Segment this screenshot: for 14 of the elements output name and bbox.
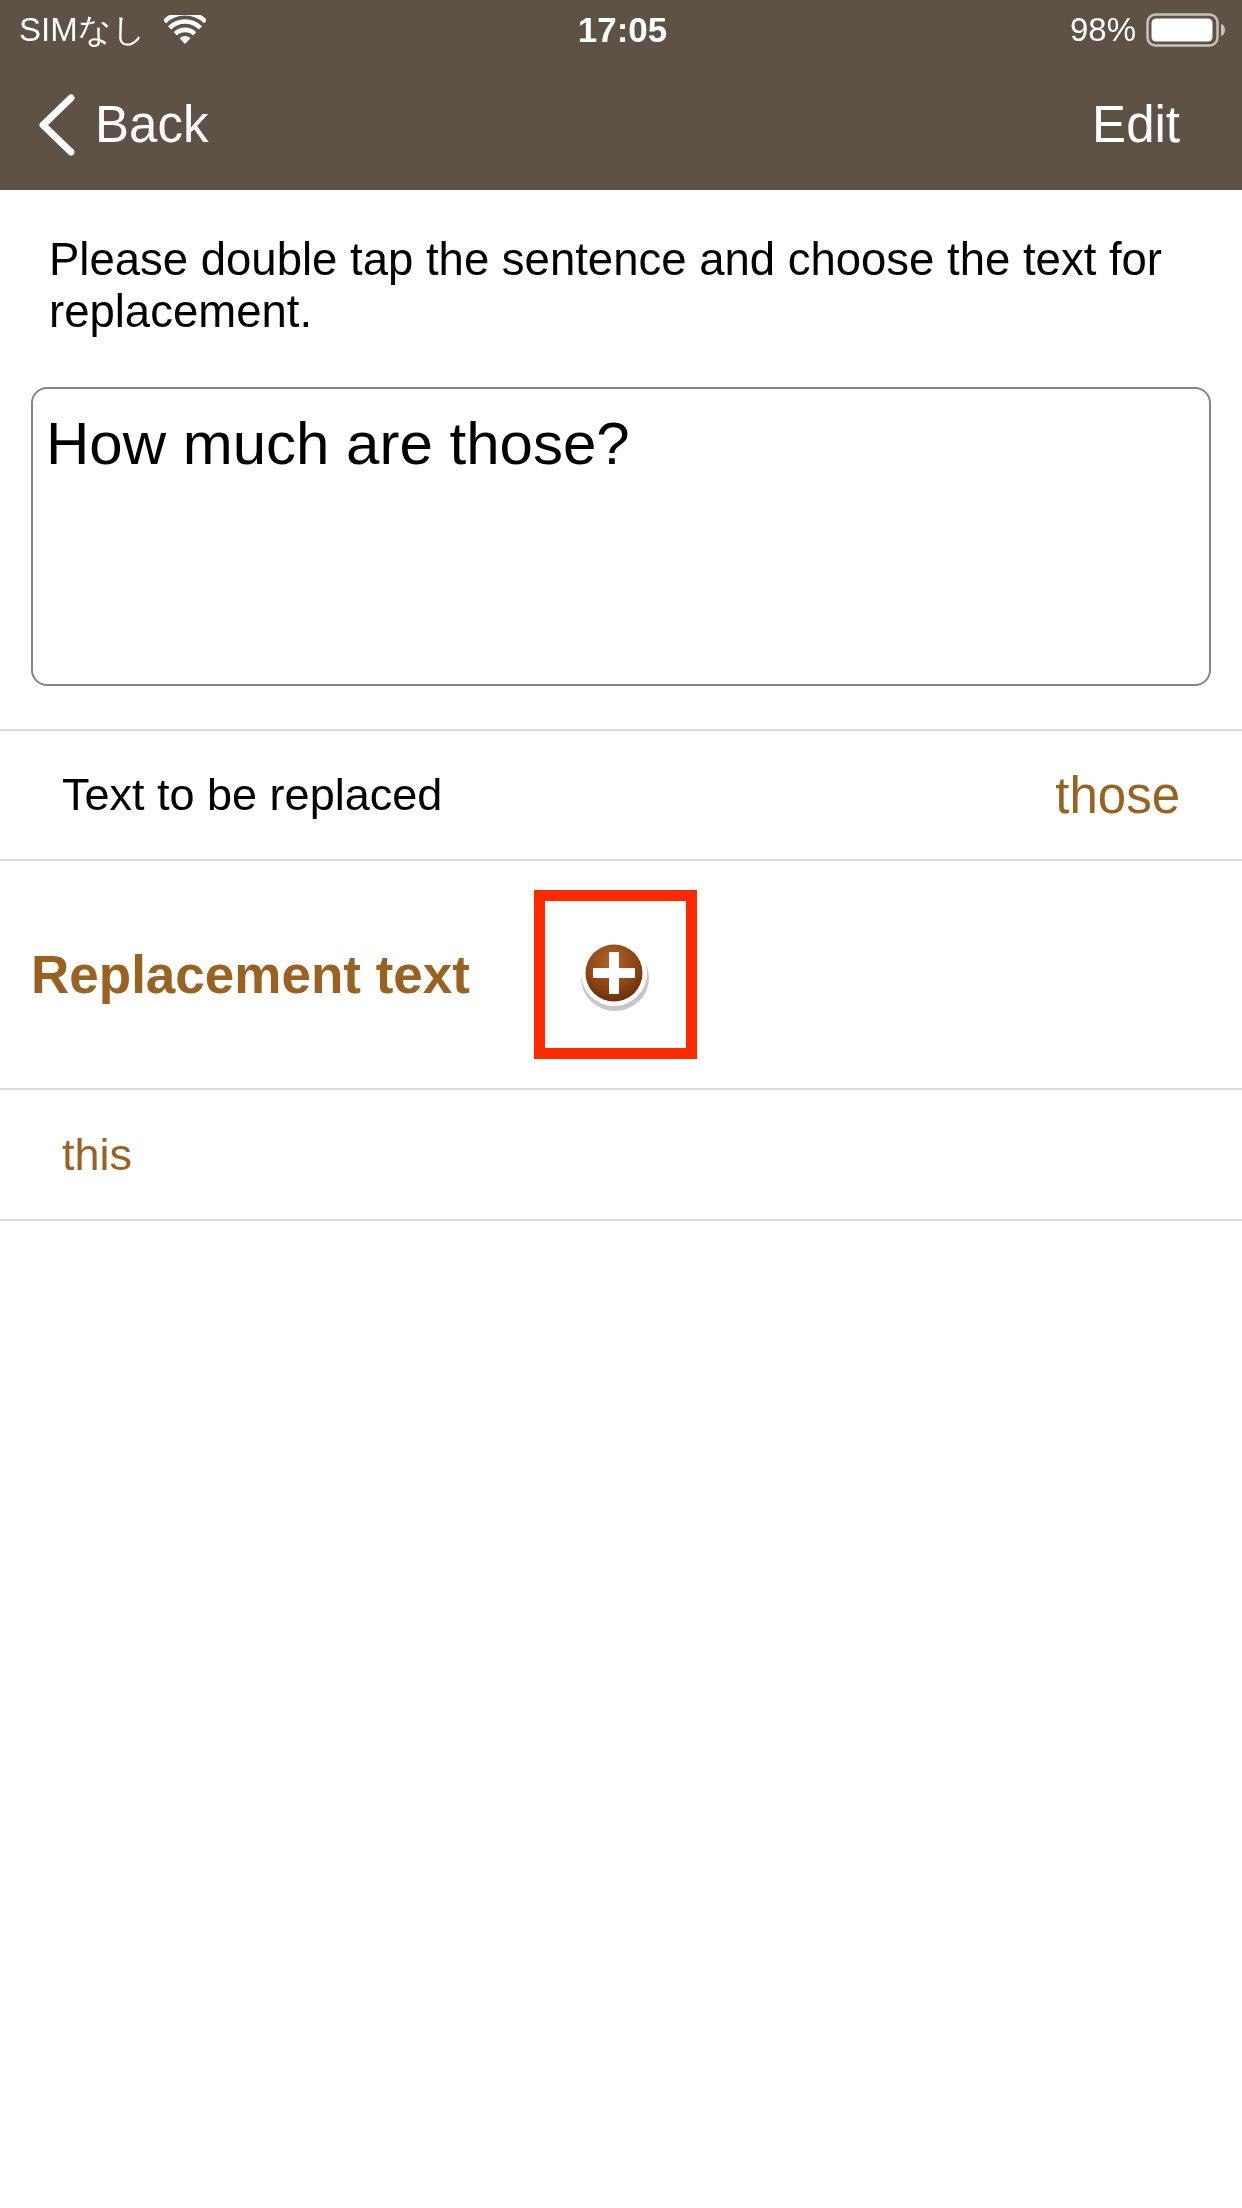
clock-time: 17:05 bbox=[577, 10, 668, 50]
chevron-left-icon bbox=[38, 94, 76, 156]
row-value: those bbox=[1055, 765, 1180, 825]
replacement-item[interactable]: this bbox=[62, 1128, 133, 1181]
row-label: Text to be replaced bbox=[62, 769, 443, 821]
sentence-field[interactable]: How much are those? bbox=[31, 387, 1211, 686]
back-button[interactable]: Back bbox=[38, 94, 209, 156]
edit-button[interactable]: Edit bbox=[1092, 94, 1180, 156]
battery-icon bbox=[1146, 13, 1226, 47]
section-title: Replacement text bbox=[31, 944, 470, 1005]
battery-percent: 98% bbox=[1069, 10, 1136, 50]
wifi-icon bbox=[163, 15, 206, 45]
instruction-text: Please double tap the sentence and choose the text for replacement. bbox=[49, 234, 1164, 338]
carrier-text: SIMなし bbox=[19, 10, 146, 50]
